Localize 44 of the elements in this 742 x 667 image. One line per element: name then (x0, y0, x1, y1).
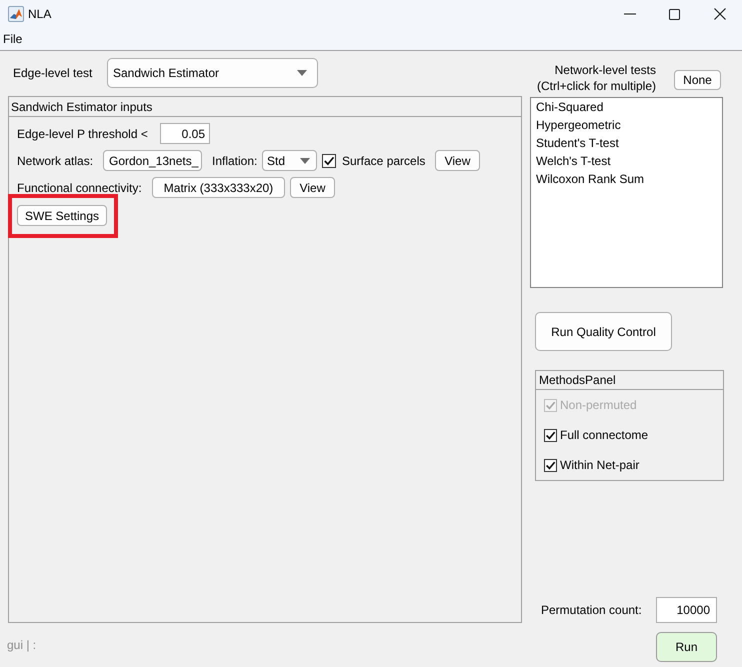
edge-level-test-dropdown[interactable]: Sandwich Estimator (107, 58, 318, 88)
list-item[interactable]: Wilcoxon Rank Sum (531, 170, 722, 188)
panel-title: MethodsPanel (539, 372, 616, 389)
run-quality-control-button[interactable]: Run Quality Control (535, 312, 672, 351)
checkbox-label: Full connectome (560, 427, 648, 444)
field-label: Permutation count: (541, 602, 643, 619)
list-item[interactable]: Chi-Squared (531, 98, 722, 116)
atlas-file-button[interactable]: Gordon_13nets_ (103, 150, 202, 171)
panel-title: Sandwich Estimator inputs (11, 98, 152, 116)
checkbox[interactable] (544, 428, 557, 442)
field-label: Inflation: (212, 152, 258, 170)
list-title: Network-level tests (554, 62, 656, 78)
checkbox[interactable] (322, 154, 336, 168)
permutation-count-input[interactable]: 10000 (656, 597, 717, 623)
field-label: Edge-level P threshold < (17, 126, 149, 142)
caret-icon (300, 158, 310, 164)
checkbox-label: Surface parcels (342, 152, 426, 170)
menu-item[interactable]: File (3, 31, 22, 47)
matrix-file-button[interactable]: Matrix (333x333x20) (152, 177, 285, 198)
checkbox-label: Within Net-pair (560, 457, 640, 474)
p-threshold-input[interactable]: 0.05 (160, 123, 210, 144)
list-hint: (Ctrl+click for multiple) (536, 78, 656, 94)
inflation-dropdown[interactable]: Std (262, 150, 317, 171)
tests-listbox[interactable]: Chi-Squared Hypergeometric Student's T-test Welch's T-test Wilcoxon Rank Sum (530, 97, 723, 288)
minimize-icon (624, 13, 636, 15)
window-title: NLA (28, 6, 52, 23)
maximize-icon (669, 8, 680, 20)
swe-settings-button[interactable]: SWE Settings (17, 205, 107, 226)
close-icon (714, 8, 726, 20)
field-label: Network atlas: (17, 152, 94, 170)
checkbox[interactable] (544, 458, 557, 472)
checkbox-label: Non-permuted (560, 397, 637, 414)
list-item[interactable]: Student's T-test (531, 134, 722, 152)
edge-level-test-label: Edge-level test (13, 65, 94, 82)
list-item[interactable]: Hypergeometric (531, 116, 722, 134)
caret-icon (297, 70, 307, 76)
view-button[interactable]: View (290, 177, 335, 198)
app-logo-icon (8, 6, 24, 22)
none-button[interactable]: None (674, 70, 721, 90)
status-text: gui | : (7, 637, 36, 654)
view-button[interactable]: View (435, 150, 480, 171)
list-item[interactable]: Welch's T-test (531, 152, 722, 170)
run-button[interactable]: Run (656, 632, 717, 662)
field-label: Functional connectivity: (17, 180, 143, 196)
